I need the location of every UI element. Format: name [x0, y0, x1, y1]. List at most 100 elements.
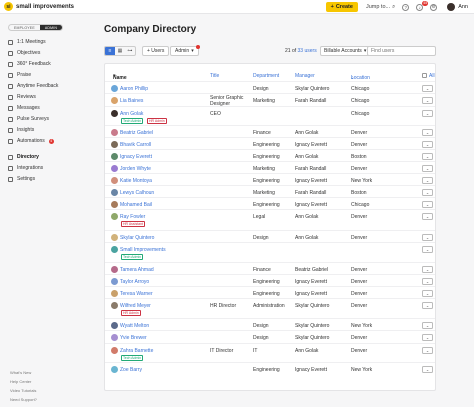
sidebar-item-reviews[interactable]: Reviews	[8, 93, 88, 101]
sidebar-item-settings[interactable]: Settings	[8, 175, 88, 183]
user-name-link[interactable]: Lia Baines	[120, 98, 143, 104]
row-menu-button[interactable]: ⌄	[422, 322, 433, 329]
table-row[interactable]: Jorden Whyte Marketing Farah Randall Denver…	[105, 161, 435, 173]
create-button[interactable]: + Create	[325, 2, 358, 12]
footer-link[interactable]: What's New	[10, 370, 31, 375]
table-row[interactable]: Ignacy Everett Engineering Ann Golak Boston…	[105, 149, 435, 161]
user-name-link[interactable]: Wilfred Meyer	[120, 303, 151, 309]
user-name-link[interactable]: Wyatt Melton	[120, 323, 149, 329]
table-row[interactable]: Bhavik Carroll Engineering Ignacy Everett D…	[105, 137, 435, 149]
help-icon[interactable]: ?	[402, 3, 410, 11]
sidebar-item-pulse-surveys[interactable]: Pulse Surveys	[8, 115, 88, 123]
sidebar-item-integrations[interactable]: Integrations	[8, 164, 88, 172]
row-menu-button[interactable]: ⌄	[422, 347, 433, 354]
table-row[interactable]: Lewys Calhoun Marketing Farah Randall Bosto…	[105, 185, 435, 197]
jump-to-search[interactable]: Jump to... ⌕	[366, 4, 395, 11]
row-menu-button[interactable]: ⌄	[422, 234, 433, 241]
user-name-link[interactable]: Jorden Whyte	[120, 166, 151, 172]
table-row[interactable]: Aaron Phillip Design Skylar Quintero Chicag…	[105, 81, 435, 93]
sidebar-item-automations[interactable]: Automations 4	[8, 137, 88, 145]
role-admin[interactable]: ADMIN	[39, 25, 63, 30]
table-row[interactable]: Small Improvements Tech Admin ⌄	[105, 242, 435, 262]
user-avatar[interactable]	[447, 3, 456, 11]
table-row[interactable]: Katie Montoya Engineering Ignacy Everett Ne…	[105, 173, 435, 185]
role-toggle[interactable]: EMPLOYEE ADMIN	[8, 24, 64, 31]
logo[interactable]: si small improvements	[4, 2, 74, 11]
row-menu-button[interactable]: ⌄	[422, 278, 433, 285]
user-name-link[interactable]: Small Improvements	[120, 247, 166, 253]
user-name-link[interactable]: Ray Fowler	[120, 214, 145, 220]
row-menu-button[interactable]: ⌄	[422, 189, 433, 196]
sidebar-item-1-1-meetings[interactable]: 1:1 Meetings	[8, 38, 88, 46]
header-department[interactable]: Department	[253, 73, 279, 79]
user-name[interactable]: Ann	[458, 4, 468, 10]
table-row[interactable]: Skylar Quintero Design Ann Golak Denver ⌄	[105, 230, 435, 242]
user-name-link[interactable]: Zoe Barry	[120, 367, 142, 373]
table-row[interactable]: Beatriz Gabriel Finance Ann Golak Denver ⌄	[105, 125, 435, 137]
sidebar-item-insights[interactable]: Insights	[8, 126, 88, 134]
row-menu-button[interactable]: ⌄	[422, 110, 433, 117]
sidebar-item-praise[interactable]: Praise	[8, 71, 88, 79]
row-menu-button[interactable]: ⌄	[422, 366, 433, 373]
sidebar-item-directory[interactable]: Directory	[8, 153, 88, 161]
row-menu-button[interactable]: ⌄	[422, 213, 433, 220]
account-filter-select[interactable]: Billable Accounts ▾	[320, 46, 371, 56]
select-all-checkbox[interactable]	[422, 73, 427, 78]
table-row[interactable]: Taylor Arroyo Engineering Ignacy Everett De…	[105, 274, 435, 286]
sidebar-item-anytime-feedback[interactable]: Anytime Feedback	[8, 82, 88, 90]
settings-icon[interactable]: ⚙	[430, 3, 438, 11]
add-users-button[interactable]: + Users	[142, 46, 170, 56]
bell-icon[interactable]: ♪ 45	[416, 0, 429, 11]
row-menu-button[interactable]: ⌄	[422, 177, 433, 184]
user-name-link[interactable]: Zahra Barnette	[120, 348, 153, 354]
header-name[interactable]: Name ▾	[113, 73, 127, 81]
table-row[interactable]: Teresa Warner Engineering Ignacy Everett De…	[105, 286, 435, 298]
footer-link[interactable]: Help Center	[10, 379, 31, 384]
sidebar-item-objectives[interactable]: Objectives	[8, 49, 88, 57]
footer-link[interactable]: Video Tutorials	[10, 388, 36, 393]
row-menu-button[interactable]: ⌄	[422, 129, 433, 136]
table-row[interactable]: Zahra Barnette Tech Admin IT Director IT Ann…	[105, 343, 435, 362]
header-manager[interactable]: Manager	[295, 73, 315, 79]
row-menu-button[interactable]: ⌄	[422, 302, 433, 309]
user-name-link[interactable]: Bhavik Carroll	[120, 142, 151, 148]
user-name-link[interactable]: Lewys Calhoun	[120, 190, 154, 196]
row-menu-button[interactable]: ⌄	[422, 290, 433, 297]
user-name-link[interactable]: Tamera Ahmad	[120, 267, 154, 273]
list-view-icon[interactable]: ≡	[105, 47, 115, 55]
row-menu-button[interactable]: ⌄	[422, 97, 433, 104]
table-row[interactable]: Wyatt Melton Design Skylar Quintero New Yor…	[105, 318, 435, 330]
row-menu-button[interactable]: ⌄	[422, 165, 433, 172]
row-menu-button[interactable]: ⌄	[422, 153, 433, 160]
header-title[interactable]: Title	[210, 73, 219, 79]
table-row[interactable]: Lia Baines Senior Graphic Designer Marketi…	[105, 93, 435, 107]
table-row[interactable]: Ann Golak Tech Admin HR Admin CEO Chicago ⌄	[105, 106, 435, 125]
admin-dropdown[interactable]: Admin ▾	[170, 45, 200, 56]
row-menu-button[interactable]: ⌄	[422, 85, 433, 92]
user-name-link[interactable]: Yvie Brewer	[120, 335, 147, 341]
org-chart-icon[interactable]: ⊶	[125, 47, 135, 55]
sidebar-item-360-feedback[interactable]: 360° Feedback	[8, 60, 88, 68]
table-row[interactable]: Ray Fowler HR Assistant Legal Ann Golak Denv…	[105, 209, 435, 230]
user-name-link[interactable]: Beatriz Gabriel	[120, 130, 153, 136]
user-name-link[interactable]: Taylor Arroyo	[120, 279, 149, 285]
count-link[interactable]: 33 users	[298, 48, 317, 54]
table-row[interactable]: Mohamed Bail Engineering Ignacy Everett Chi…	[105, 197, 435, 209]
user-name-link[interactable]: Skylar Quintero	[120, 235, 154, 241]
user-name-link[interactable]: Katie Montoya	[120, 178, 152, 184]
user-name-link[interactable]: Teresa Warner	[120, 291, 153, 297]
role-employee[interactable]: EMPLOYEE	[9, 25, 40, 30]
row-menu-button[interactable]: ⌄	[422, 141, 433, 148]
user-name-link[interactable]: Mohamed Bail	[120, 202, 152, 208]
user-name-link[interactable]: Aaron Phillip	[120, 86, 148, 92]
view-toggle[interactable]: ≡ ▦ ⊶	[104, 46, 136, 56]
user-name-link[interactable]: Ignacy Everett	[120, 154, 152, 160]
row-menu-button[interactable]: ⌄	[422, 266, 433, 273]
user-name-link[interactable]: Ann Golak	[120, 111, 143, 117]
sidebar-item-messages[interactable]: Messages	[8, 104, 88, 112]
row-menu-button[interactable]: ⌄	[422, 246, 433, 253]
row-menu-button[interactable]: ⌄	[422, 201, 433, 208]
table-row[interactable]: Wilfred Meyer HR Admin HR Director Administ…	[105, 298, 435, 318]
table-row[interactable]: Yvie Brewer Design Skylar Quintero Denver ⌄	[105, 330, 435, 343]
table-row[interactable]: Tamera Ahmad Finance Beatriz Gabriel Denver…	[105, 262, 435, 274]
